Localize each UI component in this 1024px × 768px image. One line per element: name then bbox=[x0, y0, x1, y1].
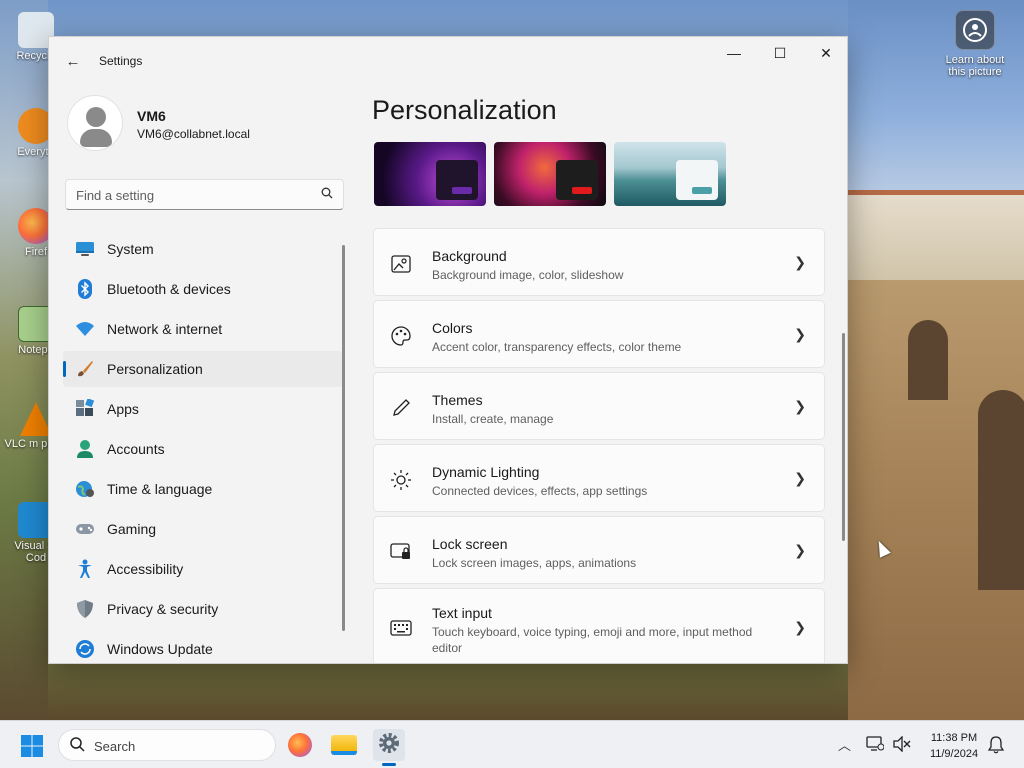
search-placeholder: Find a setting bbox=[76, 188, 155, 203]
palette-icon bbox=[390, 325, 412, 347]
title-bar: ← Settings — ☐ ✕ bbox=[49, 37, 847, 85]
taskbar: Search ︿ 11:38 PM 11/9/2024 bbox=[0, 720, 1024, 768]
start-button[interactable] bbox=[20, 734, 44, 758]
taskbar-search[interactable]: Search bbox=[58, 729, 276, 761]
settings-search-input[interactable]: Find a setting bbox=[65, 179, 344, 210]
arrow-left-icon: ← bbox=[65, 52, 81, 70]
sidebar-item-windows-update[interactable]: Windows Update bbox=[63, 631, 343, 663]
avatar bbox=[67, 95, 123, 151]
sidebar-item-apps[interactable]: Apps bbox=[63, 391, 343, 427]
page-title: Personalization bbox=[372, 95, 557, 125]
lighting-icon bbox=[390, 469, 412, 491]
sidebar-item-bluetooth[interactable]: Bluetooth & devices bbox=[63, 271, 343, 307]
taskbar-file-explorer[interactable] bbox=[328, 729, 360, 761]
pen-icon bbox=[390, 397, 412, 419]
gear-icon bbox=[377, 731, 401, 760]
theme-previews bbox=[374, 142, 726, 208]
apps-icon bbox=[75, 399, 95, 419]
chevron-right-icon: ❯ bbox=[794, 326, 806, 342]
back-button[interactable]: ← bbox=[61, 49, 85, 73]
search-icon bbox=[69, 736, 85, 756]
firefox-icon bbox=[288, 733, 312, 757]
chevron-right-icon: ❯ bbox=[794, 398, 806, 414]
system-clock[interactable]: 11:38 PM 11/9/2024 bbox=[918, 730, 990, 762]
shield-icon bbox=[75, 599, 95, 619]
sidebar-item-accessibility[interactable]: Accessibility bbox=[63, 551, 343, 587]
active-app-indicator bbox=[382, 763, 396, 766]
volume-muted-icon[interactable] bbox=[893, 735, 911, 755]
theme-preview-2[interactable] bbox=[494, 142, 606, 206]
chevron-right-icon: ❯ bbox=[794, 542, 806, 558]
update-icon bbox=[75, 639, 95, 659]
brush-icon bbox=[75, 359, 95, 379]
sidebar-scrollbar[interactable] bbox=[342, 245, 345, 631]
taskbar-firefox[interactable] bbox=[284, 729, 316, 761]
image-icon bbox=[390, 253, 412, 275]
card-dynamic-lighting[interactable]: Dynamic Lighting Connected devices, effe… bbox=[373, 444, 825, 512]
profile-email: VM6@collabnet.local bbox=[137, 127, 250, 141]
sidebar-item-gaming[interactable]: Gaming bbox=[63, 511, 343, 547]
wallpaper-bridge bbox=[848, 280, 1024, 720]
chevron-right-icon: ❯ bbox=[794, 470, 806, 486]
lock-screen-icon bbox=[390, 541, 412, 563]
card-background[interactable]: Background Background image, color, slid… bbox=[373, 228, 825, 296]
globe-clock-icon bbox=[75, 479, 95, 499]
gamepad-icon bbox=[75, 519, 95, 539]
folder-icon bbox=[331, 735, 357, 755]
accessibility-icon bbox=[75, 559, 95, 579]
sidebar-item-time-language[interactable]: Time & language bbox=[63, 471, 343, 507]
monitor-icon bbox=[75, 239, 95, 259]
card-text-input[interactable]: Text input Touch keyboard, voice typing,… bbox=[373, 588, 825, 663]
theme-preview-3[interactable] bbox=[614, 142, 726, 206]
network-icon[interactable] bbox=[866, 736, 885, 755]
app-title: Settings bbox=[99, 54, 143, 68]
windows-logo-icon bbox=[21, 735, 43, 757]
chevron-right-icon: ❯ bbox=[794, 619, 806, 635]
learn-about-picture[interactable]: Learn about this picture bbox=[940, 10, 1010, 78]
clock-date: 11/9/2024 bbox=[929, 748, 979, 760]
card-colors[interactable]: Colors Accent color, transparency effect… bbox=[373, 300, 825, 368]
settings-cards: Background Background image, color, slid… bbox=[373, 228, 825, 663]
notification-bell-icon[interactable] bbox=[987, 736, 1005, 757]
maximize-button[interactable]: ☐ bbox=[757, 37, 803, 69]
sidebar-item-personalization[interactable]: Personalization bbox=[63, 351, 343, 387]
camera-icon bbox=[955, 10, 995, 50]
theme-preview-1[interactable] bbox=[374, 142, 486, 206]
card-lock-screen[interactable]: Lock screen Lock screen images, apps, an… bbox=[373, 516, 825, 584]
close-button[interactable]: ✕ bbox=[803, 37, 847, 69]
minimize-button[interactable]: — bbox=[711, 37, 757, 69]
sidebar-nav: System Bluetooth & devices Network & int… bbox=[63, 231, 343, 663]
user-profile[interactable]: VM6 VM6@collabnet.local bbox=[67, 95, 357, 155]
card-themes[interactable]: Themes Install, create, manage ❯ bbox=[373, 372, 825, 440]
sidebar-item-system[interactable]: System bbox=[63, 231, 343, 267]
person-icon bbox=[75, 439, 95, 459]
taskbar-settings[interactable] bbox=[373, 729, 405, 761]
search-icon bbox=[321, 187, 333, 202]
clock-time: 11:38 PM bbox=[930, 732, 978, 744]
content-scrollbar[interactable] bbox=[842, 333, 845, 541]
desktop-wallpaper-bottom bbox=[48, 664, 848, 720]
wallpaper-town bbox=[848, 195, 1024, 285]
profile-name: VM6 bbox=[137, 108, 166, 124]
minimize-icon: — bbox=[727, 45, 741, 61]
sidebar-item-accounts[interactable]: Accounts bbox=[63, 431, 343, 467]
settings-window: ← Settings — ☐ ✕ VM6 VM6@collabnet.local… bbox=[48, 36, 848, 664]
sidebar-item-network[interactable]: Network & internet bbox=[63, 311, 343, 347]
sidebar-item-privacy-security[interactable]: Privacy & security bbox=[63, 591, 343, 627]
maximize-icon: ☐ bbox=[773, 44, 787, 61]
chevron-up-icon[interactable]: ︿ bbox=[838, 735, 851, 754]
wifi-icon bbox=[75, 319, 95, 339]
keyboard-icon bbox=[390, 617, 412, 639]
bluetooth-icon bbox=[75, 279, 95, 299]
close-icon: ✕ bbox=[820, 44, 832, 61]
chevron-right-icon: ❯ bbox=[794, 254, 806, 270]
